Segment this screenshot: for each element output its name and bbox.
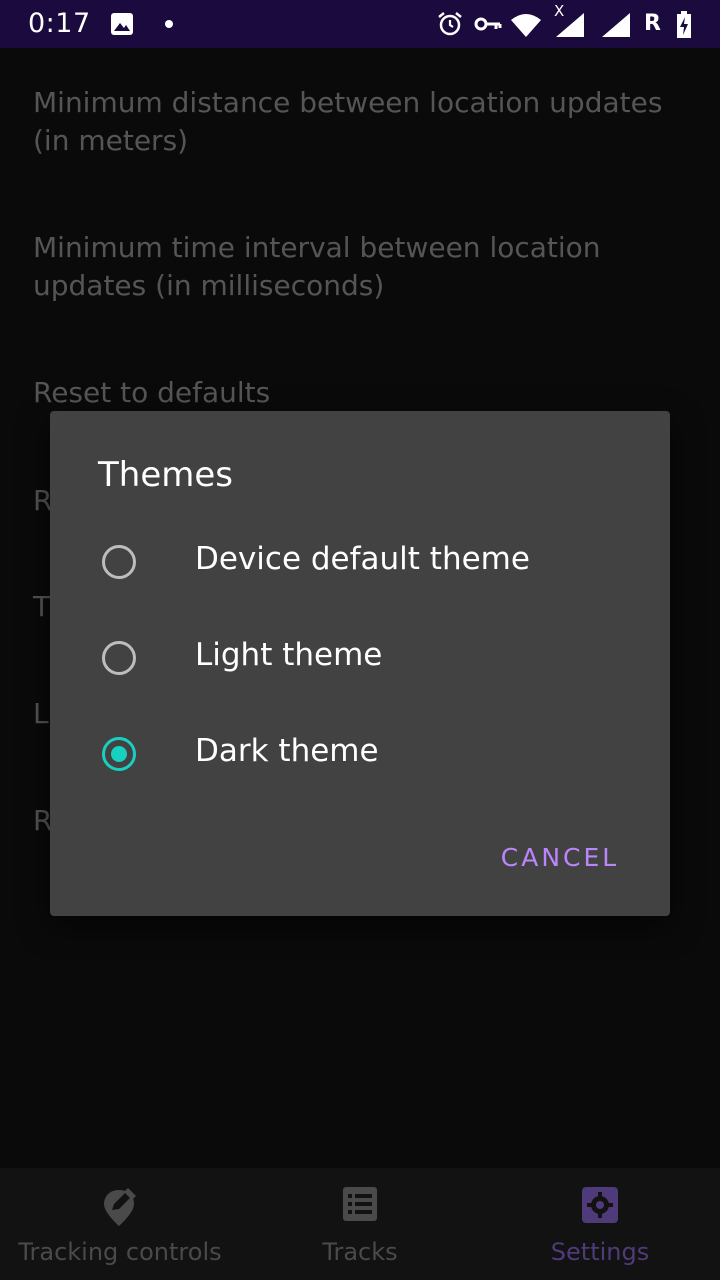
nav-label: Tracks: [322, 1238, 398, 1266]
option-label: Device default theme: [195, 541, 530, 577]
option-light-theme[interactable]: Light theme: [50, 615, 670, 707]
option-label: Dark theme: [195, 733, 379, 769]
notification-dot-icon: [165, 20, 173, 28]
status-bar: 0:17 X R: [0, 0, 720, 48]
alarm-icon: [438, 12, 462, 36]
status-time: 0:17: [28, 8, 91, 39]
vpn-key-icon: [474, 17, 502, 31]
dialog-title: Themes: [98, 455, 233, 495]
themes-dialog: Themes Device default theme Light theme …: [50, 411, 670, 916]
bottom-navigation: Tracking controls Tracks Settings: [0, 1168, 720, 1280]
location-edit-icon: [104, 1188, 136, 1226]
cancel-button[interactable]: CANCEL: [480, 843, 640, 883]
wifi-icon: [511, 14, 541, 37]
option-dark-theme[interactable]: Dark theme: [50, 711, 670, 803]
radio-checked-icon[interactable]: [102, 737, 136, 771]
nav-label: Settings: [550, 1238, 650, 1266]
option-label: Light theme: [195, 637, 383, 673]
option-device-default-theme[interactable]: Device default theme: [50, 519, 670, 611]
roaming-indicator: R: [644, 11, 661, 36]
radio-unchecked-icon[interactable]: [102, 545, 136, 579]
gear-icon: [582, 1187, 618, 1223]
signal-strength-icon: [556, 13, 584, 37]
image-notification-icon: [111, 13, 133, 35]
nav-tracking-controls[interactable]: Tracking controls: [0, 1168, 240, 1280]
list-icon: [343, 1187, 377, 1221]
radio-unchecked-icon[interactable]: [102, 641, 136, 675]
nav-settings[interactable]: Settings: [480, 1168, 720, 1280]
nav-tracks[interactable]: Tracks: [240, 1168, 480, 1280]
nav-label: Tracking controls: [18, 1238, 222, 1266]
signal-strength-2-icon: [602, 13, 630, 37]
battery-charging-icon: [677, 11, 691, 38]
